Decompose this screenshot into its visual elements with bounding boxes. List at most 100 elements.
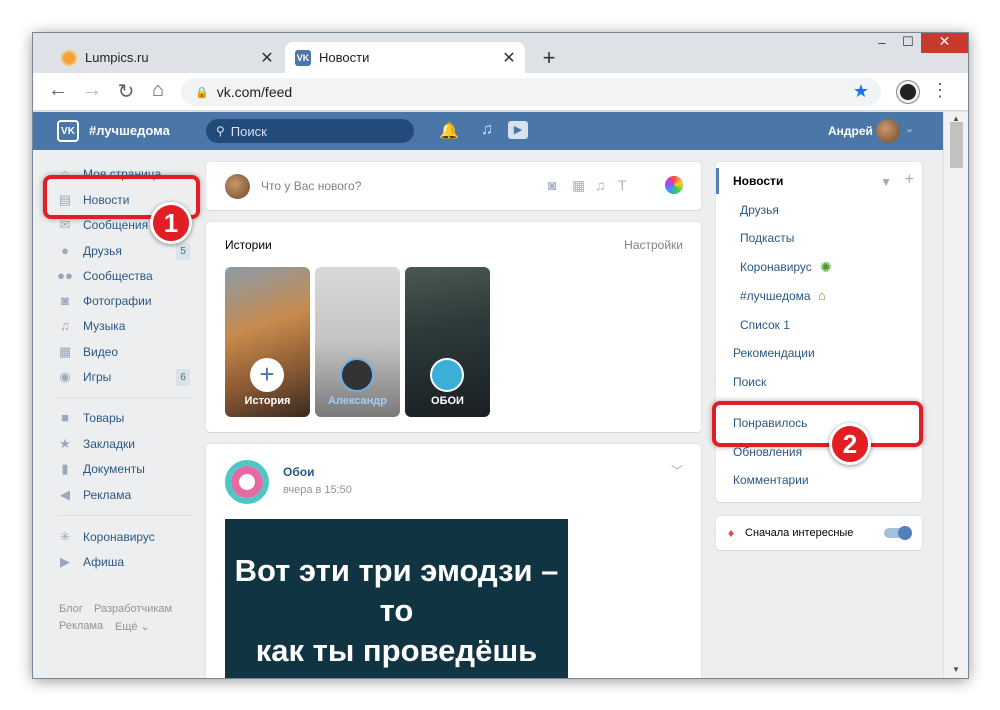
sidebar-item-label: Друзья [83,244,122,258]
story-alexander[interactable]: Александр [315,267,400,417]
search-placeholder: Поиск [230,123,267,139]
menu-item-search[interactable]: Поиск [716,369,922,395]
music-icon[interactable]: ♫ [595,177,606,193]
stories-card: Истории Настройки + История Александр ОБ… [206,222,701,432]
browser-menu-icon[interactable]: ⋮ [931,80,949,101]
menu-item-podcasts[interactable]: Подкасты [716,225,922,251]
scrollbar-thumb[interactable] [950,122,963,168]
sidebar-item-games[interactable]: ◉ Игры [57,367,111,387]
plus-icon[interactable]: + [905,171,914,189]
footer-link-blog[interactable]: Блог [59,603,83,615]
browser-window: Lumpics.ru ✕ VK Новости ✕ + – ☐ ✕ ← → ↻ … [33,33,968,678]
interest-toggle[interactable] [884,526,912,540]
article-icon[interactable]: T [618,177,627,193]
sidebar-item-label: Фотографии [83,294,152,308]
sidebar-item-label: Реклама [83,488,132,502]
story-label: ОБОИ [431,395,464,407]
sidebar-item-goods[interactable]: ■ Товары [57,408,124,428]
friends-icon: ● [61,243,69,258]
story-add[interactable]: + История [225,267,310,417]
user-avatar[interactable] [876,119,900,143]
sidebar-item-bookmarks[interactable]: ★ Закладки [57,434,135,454]
play-icon[interactable]: ▶ [508,121,528,139]
menu-item-list-1[interactable]: Список 1 [716,312,922,338]
menu-item-friends[interactable]: Друзья [716,197,922,223]
lumpics-favicon [61,49,77,66]
house-icon: ⌂ [818,288,826,303]
vk-favicon: VK [295,49,311,66]
reload-icon[interactable]: ↻ [113,79,139,104]
hashtag-title[interactable]: #лучшедома [89,123,170,138]
music-icon: ♫ [60,318,70,333]
scroll-down-icon[interactable]: ▼ [952,665,960,674]
sidebar-item-afisha[interactable]: ▶ Афиша [57,552,124,572]
prisma-icon[interactable] [665,176,683,194]
bookmarks-icon: ★ [59,436,71,451]
post-image[interactable]: Вот эти три эмодзи – то как ты проведёшь… [225,519,568,678]
bookmark-star-icon[interactable]: ★ [853,81,869,102]
post-card: Обои вчера в 15:50 ﹀ Вот эти три эмодзи … [206,444,701,678]
url-text: vk.com/feed [216,84,293,100]
back-icon[interactable]: ← [45,79,71,102]
sidebar-item-photos[interactable]: ◙ Фотографии [57,291,152,311]
avatar[interactable] [225,460,269,504]
vk-search-input[interactable]: ⚲ Поиск [206,119,414,143]
post-time[interactable]: вчера в 15:50 [283,484,352,496]
avatar [225,174,250,199]
search-icon: ⚲ [216,124,225,138]
window-close-icon[interactable]: ✕ [921,33,968,53]
sidebar-item-documents[interactable]: ▮ Документы [57,459,144,479]
menu-item-comments[interactable]: Комментарии [716,467,922,493]
home-icon[interactable]: ⌂ [145,79,171,102]
close-tab-icon[interactable]: ✕ [257,48,277,68]
sidebar-item-label: Сообщества [83,269,153,283]
camera-icon[interactable]: ◙ [548,177,556,193]
menu-item-recommendations[interactable]: Рекомендации [716,340,922,366]
menu-item-coronavirus[interactable]: Коронавирус [716,254,812,280]
friends-count-badge: 5 [176,243,190,260]
fire-icon: ♦ [728,526,735,540]
user-name[interactable]: Андрей [828,124,873,138]
avatar [340,358,374,392]
story-oboi[interactable]: ОБОИ [405,267,490,417]
close-tab-icon[interactable]: ✕ [499,48,519,68]
messages-icon: ✉ [59,217,71,232]
post-author[interactable]: Обои [283,465,314,479]
footer-link-ads[interactable]: Реклама [59,620,103,632]
forward-icon[interactable]: → [79,79,105,102]
video-icon: ▦ [58,344,72,359]
vk-logo[interactable]: VK [57,120,79,142]
ads-icon: ◀ [60,487,70,502]
footer-link-developers[interactable]: Разработчикам [94,603,172,615]
notifications-bell-icon[interactable]: 🔔 [439,121,459,141]
music-note-icon[interactable]: ♫ [481,121,493,139]
maximize-icon[interactable]: ☐ [895,34,921,54]
browser-toolbar: ← → ↻ ⌂ 🔒 vk.com/feed ★ ⋮ [33,73,968,111]
compose-input[interactable]: Что у Вас нового? [261,179,361,193]
video-icon[interactable]: ▦ [572,177,585,194]
tab-news[interactable]: VK Новости ✕ [285,42,525,73]
sidebar-item-ads[interactable]: ◀ Реклама [57,485,131,505]
sidebar-item-communities[interactable]: ●● Сообщества [57,266,153,286]
menu-item-hashtag[interactable]: #лучшедома [716,283,811,309]
new-tab-button[interactable]: + [537,45,561,71]
minimize-icon[interactable]: – [869,35,895,55]
footer-link-more[interactable]: Ещё ⌄ [115,620,150,633]
stories-settings-link[interactable]: Настройки [624,238,683,252]
post-image-text: Вот эти три эмодзи – то [234,553,559,628]
tab-lumpics[interactable]: Lumpics.ru ✕ [51,42,283,73]
sidebar-item-video[interactable]: ▦ Видео [57,342,118,362]
communities-icon: ●● [57,268,73,283]
sidebar-item-friends[interactable]: ● Друзья [57,241,122,261]
scrollbar[interactable]: ▲ ▼ [943,112,968,678]
address-bar[interactable]: 🔒 vk.com/feed ★ [181,78,881,106]
chevron-down-icon[interactable]: ﹀ [671,462,683,479]
profile-avatar[interactable] [897,81,919,103]
chevron-down-icon[interactable]: ⌄ [905,122,914,135]
sidebar-item-coronavirus[interactable]: ✳ Коронавирус [57,527,155,547]
filter-icon[interactable]: ▼ [880,175,892,189]
sidebar-item-label: Афиша [83,555,125,569]
sidebar-item-label: Коронавирус [83,530,155,544]
sidebar-item-music[interactable]: ♫ Музыка [57,316,125,336]
plus-icon: + [250,358,284,392]
